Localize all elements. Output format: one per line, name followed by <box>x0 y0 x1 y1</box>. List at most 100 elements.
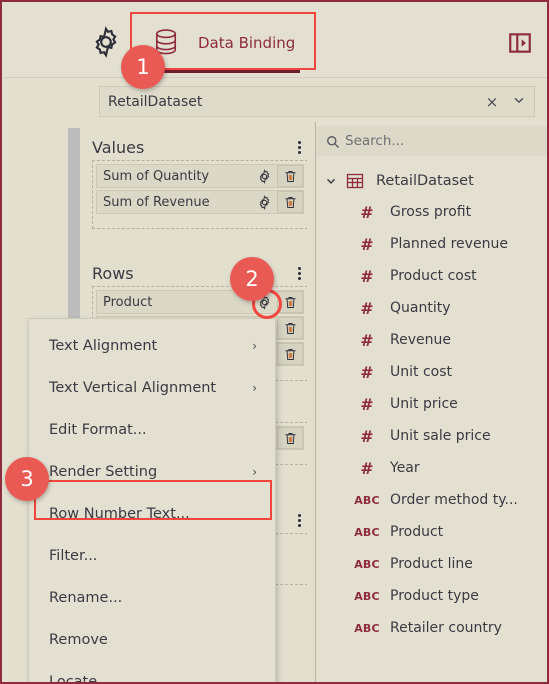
context-menu-item[interactable]: Edit Format... <box>29 409 275 451</box>
numeric-type-icon: # <box>360 266 374 286</box>
context-menu-item-label: Text Vertical Alignment <box>49 380 217 396</box>
context-menu-item[interactable]: Remove <box>29 619 275 661</box>
tab-label: Data Binding <box>198 34 296 52</box>
field-list-item-label: Revenue <box>390 332 451 348</box>
numeric-type-icon: # <box>360 330 374 350</box>
trash-icon[interactable] <box>277 427 303 449</box>
chevron-down-icon[interactable] <box>504 93 534 111</box>
context-menu-item[interactable]: Text Vertical Alignment › <box>29 367 275 409</box>
field-list-item-label: Retailer country <box>390 620 502 636</box>
annotation-badge-2: 2 <box>230 257 274 301</box>
search-icon <box>326 134 340 149</box>
gear-icon[interactable] <box>251 165 277 187</box>
field-list-item[interactable]: # Product cost <box>316 260 547 292</box>
context-menu-item[interactable]: Filter... <box>29 535 275 577</box>
text-type-icon: ABC <box>354 621 380 635</box>
tab-strip: Data Binding <box>4 4 547 78</box>
context-menu-item[interactable]: Text Alignment › <box>29 325 275 367</box>
badge-number: 2 <box>245 267 259 291</box>
expand-panel-icon[interactable] <box>507 30 533 56</box>
context-menu-item[interactable]: Render Setting › <box>29 451 275 493</box>
search-placeholder: Search... <box>345 133 405 149</box>
field-list-item-label: Unit sale price <box>390 428 491 444</box>
numeric-type-icon: # <box>360 426 374 446</box>
field-tree: RetailDataset # Gross profit # Planned reve… <box>316 166 547 644</box>
trash-icon[interactable] <box>277 191 303 213</box>
context-menu-item-label: Locate <box>49 674 98 684</box>
numeric-type-icon: # <box>360 234 374 254</box>
field-list-item[interactable]: ABC Product <box>316 516 547 548</box>
numeric-type-icon: # <box>360 298 374 318</box>
annotation-badge-1: 1 <box>121 45 165 89</box>
context-menu-item-label: Filter... <box>49 548 98 564</box>
field-list-item[interactable]: # Unit sale price <box>316 420 547 452</box>
field-list-item-label: Order method ty... <box>390 492 518 508</box>
more-options-icon[interactable] <box>290 138 307 156</box>
field-list-item[interactable]: ABC Product line <box>316 548 547 580</box>
trash-icon[interactable] <box>277 165 303 187</box>
context-menu-item[interactable]: Row Number Text... <box>29 493 275 535</box>
field-list-item-label: Unit price <box>390 396 458 412</box>
close-icon[interactable]: × <box>480 93 504 111</box>
field-chip[interactable]: Sum of Quantity <box>96 164 304 188</box>
dataset-selector[interactable]: RetailDataset × <box>99 86 535 117</box>
annotation-badge-3: 3 <box>5 457 49 501</box>
chevron-down-icon[interactable] <box>324 173 340 189</box>
data-binding-panel: Data Binding RetailDataset × Values Sum … <box>0 0 549 684</box>
numeric-type-icon: # <box>360 394 374 414</box>
field-chip-label: Sum of Quantity <box>103 168 210 184</box>
field-list-item[interactable]: # Planned revenue <box>316 228 547 260</box>
dataset-value: RetailDataset <box>108 93 203 110</box>
section-values: Values Sum of Quantity Sum of Revenue <box>92 134 307 229</box>
search-input[interactable]: Search... <box>316 126 547 156</box>
field-list-item[interactable]: # Quantity <box>316 292 547 324</box>
text-type-icon: ABC <box>354 493 380 507</box>
field-list-item-label: Quantity <box>390 300 451 316</box>
context-menu-item-label: Row Number Text... <box>49 506 190 522</box>
context-menu-item[interactable]: Rename... <box>29 577 275 619</box>
field-list-item-label: Gross profit <box>390 204 472 220</box>
context-menu: Text Alignment › Text Vertical Alignment › E… <box>28 318 276 684</box>
text-type-icon: ABC <box>354 557 380 571</box>
table-icon <box>346 172 364 190</box>
gear-icon[interactable] <box>251 191 277 213</box>
trash-icon[interactable] <box>277 317 303 339</box>
field-chip[interactable]: Sum of Revenue <box>96 190 304 214</box>
section-title: Rows <box>92 263 134 283</box>
badge-number: 3 <box>20 467 34 491</box>
context-menu-item[interactable]: Locate <box>29 661 275 684</box>
field-list-item[interactable]: ABC Product type <box>316 580 547 612</box>
more-options-icon[interactable] <box>290 511 307 529</box>
field-list-item[interactable]: # Year <box>316 452 547 484</box>
chevron-right-icon: › <box>252 381 257 395</box>
field-list-item-label: Product line <box>390 556 473 572</box>
field-list-item-label: Product cost <box>390 268 477 284</box>
field-list-item[interactable]: # Gross profit <box>316 196 547 228</box>
text-type-icon: ABC <box>354 589 380 603</box>
field-list-item[interactable]: ABC Order method ty... <box>316 484 547 516</box>
field-list-item-label: Unit cost <box>390 364 452 380</box>
text-type-icon: ABC <box>354 525 380 539</box>
field-list-item-label: Year <box>390 460 420 476</box>
section-title: Values <box>92 137 145 157</box>
context-menu-item-label: Text Alignment <box>49 338 158 354</box>
trash-icon[interactable] <box>277 343 303 365</box>
field-list-item-label: Product <box>390 524 444 540</box>
values-dropzone[interactable]: Sum of Quantity Sum of Revenue <box>92 160 307 229</box>
more-options-icon[interactable] <box>290 264 307 282</box>
context-menu-item-label: Remove <box>49 632 108 648</box>
numeric-type-icon: # <box>360 362 374 382</box>
field-list-item-label: Product type <box>390 588 479 604</box>
field-list-item[interactable]: # Unit price <box>316 388 547 420</box>
field-chip-label: Product <box>103 294 153 310</box>
field-list-item[interactable]: ABC Retailer country <box>316 612 547 644</box>
context-menu-item-label: Edit Format... <box>49 422 147 438</box>
context-menu-item-label: Render Setting <box>49 464 158 480</box>
field-list-pane: Search... RetailDataset # Gross profit #… <box>315 122 547 682</box>
tree-root-retaildataset[interactable]: RetailDataset <box>316 166 547 196</box>
gear-icon[interactable] <box>88 24 124 60</box>
field-list-item[interactable]: # Revenue <box>316 324 547 356</box>
chevron-right-icon: › <box>252 339 257 353</box>
field-list-item[interactable]: # Unit cost <box>316 356 547 388</box>
chevron-right-icon: › <box>252 465 257 479</box>
